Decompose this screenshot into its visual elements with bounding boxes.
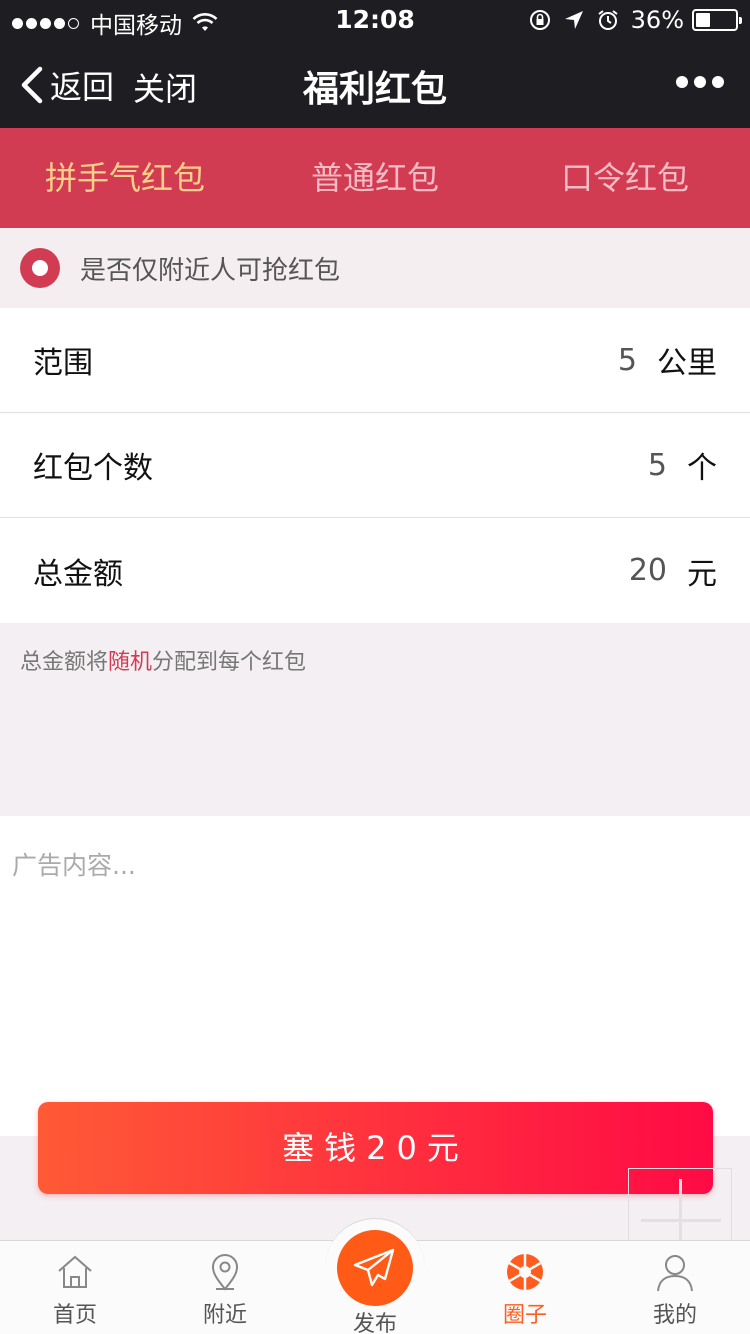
rotation-lock-icon [529,10,550,30]
tabbar-label-home: 首页 [52,1303,97,1328]
status-right: 36% [529,6,742,34]
nearby-only-option[interactable]: 是否仅附近人可抢红包 [0,228,750,308]
amount-label: 总金额 [33,556,123,592]
user-icon [657,1255,693,1292]
tabbar-label-publish: 发布 [352,1312,397,1334]
amount-unit: 元 [687,556,717,592]
alarm-clock-icon [598,10,618,30]
tab-lucky-packet[interactable]: 拼手气红包 [0,128,250,228]
more-dot-icon [712,76,724,88]
tabbar-item-home[interactable]: 首页 [0,1241,150,1329]
home-icon [58,1255,92,1288]
amount-row[interactable]: 总金额 元 [0,518,750,623]
packet-form: 范围 公里 红包个数 个 总金额 元 [0,308,750,623]
nearby-only-radio[interactable] [20,248,60,288]
publish-button[interactable] [337,1230,413,1306]
tab-normal-packet[interactable]: 普通红包 [250,128,500,228]
count-row[interactable]: 红包个数 个 [0,413,750,518]
range-row[interactable]: 范围 公里 [0,308,750,413]
stuff-money-button[interactable]: 塞钱20元 [38,1102,713,1194]
tab-password-packet[interactable]: 口令红包 [500,128,750,228]
battery-icon [692,9,742,31]
aperture-icon [507,1254,543,1290]
ad-content-placeholder[interactable]: 广告内容... [12,846,136,882]
tabbar-item-nearby[interactable]: 附近 [150,1241,300,1329]
battery-fill [696,13,710,27]
range-unit: 公里 [657,346,717,381]
more-dot-icon [676,76,688,88]
paper-plane-icon [353,1248,395,1287]
random-distribution-note: 总金额将随机分配到每个红包 [20,644,306,676]
count-label: 红包个数 [33,451,153,486]
location-pin-icon [211,1254,239,1291]
nav-bar: 返回 关闭 福利红包 [0,40,750,128]
tabbar-label-mine: 我的 [652,1303,697,1328]
count-unit: 个 [687,451,717,486]
note-highlight: 随机 [108,650,153,675]
battery-percent: 36% [630,6,684,34]
more-options-button[interactable] [670,76,724,88]
note-prefix: 总金额将 [20,650,109,675]
tabbar-label-nearby: 附近 [202,1303,247,1328]
tabbar-item-circle[interactable]: 圈子 [450,1241,600,1329]
nearby-only-label: 是否仅附近人可抢红包 [80,255,341,286]
status-bar: 中国移动 12:08 36% [0,0,750,40]
page-title: 福利红包 [302,69,447,110]
count-input[interactable] [587,447,667,483]
amount-input[interactable] [587,553,667,588]
ad-content-area[interactable]: 广告内容... [0,816,750,1136]
range-input[interactable] [557,342,637,378]
tabbar-label-circle: 圈子 [502,1303,547,1328]
note-suffix: 分配到每个红包 [152,650,307,675]
packet-type-tabs: 拼手气红包 普通红包 口令红包 [0,128,750,228]
range-label: 范围 [33,346,93,381]
location-arrow-icon [564,11,583,29]
more-dot-icon [694,76,706,88]
plus-icon [628,1168,732,1241]
tabbar-item-mine[interactable]: 我的 [600,1241,750,1329]
